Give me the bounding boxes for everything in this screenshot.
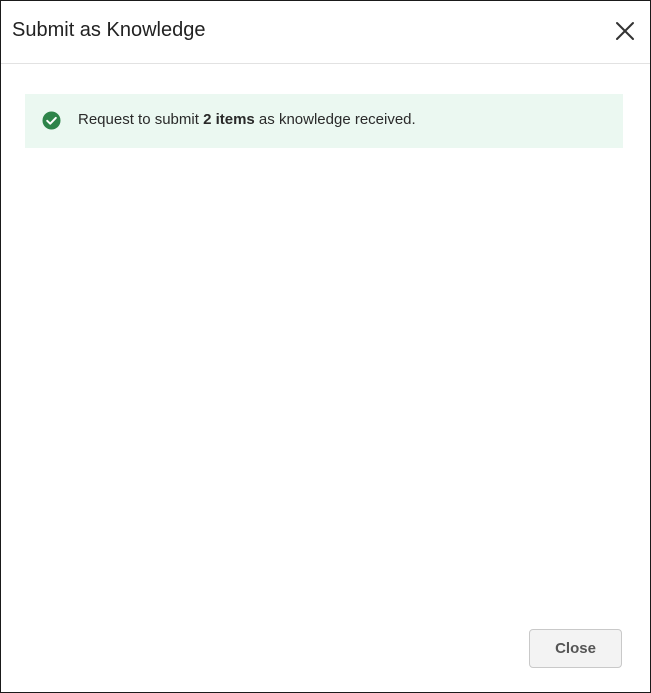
success-banner: Request to submit 2 items as knowledge r… <box>25 94 623 148</box>
close-icon[interactable] <box>614 20 636 42</box>
dialog-title: Submit as Knowledge <box>12 19 206 41</box>
success-message-prefix: Request to submit <box>78 111 204 128</box>
check-circle-icon <box>42 111 61 130</box>
dialog-header: Submit as Knowledge <box>1 1 650 64</box>
close-button[interactable]: Close <box>529 629 622 668</box>
submit-knowledge-dialog: Submit as Knowledge Request to submit 2 … <box>0 0 651 693</box>
success-message-suffix: as knowledge received. <box>254 111 416 128</box>
success-message: Request to submit 2 items as knowledge r… <box>78 110 416 130</box>
success-message-count: 2 items <box>203 111 255 128</box>
